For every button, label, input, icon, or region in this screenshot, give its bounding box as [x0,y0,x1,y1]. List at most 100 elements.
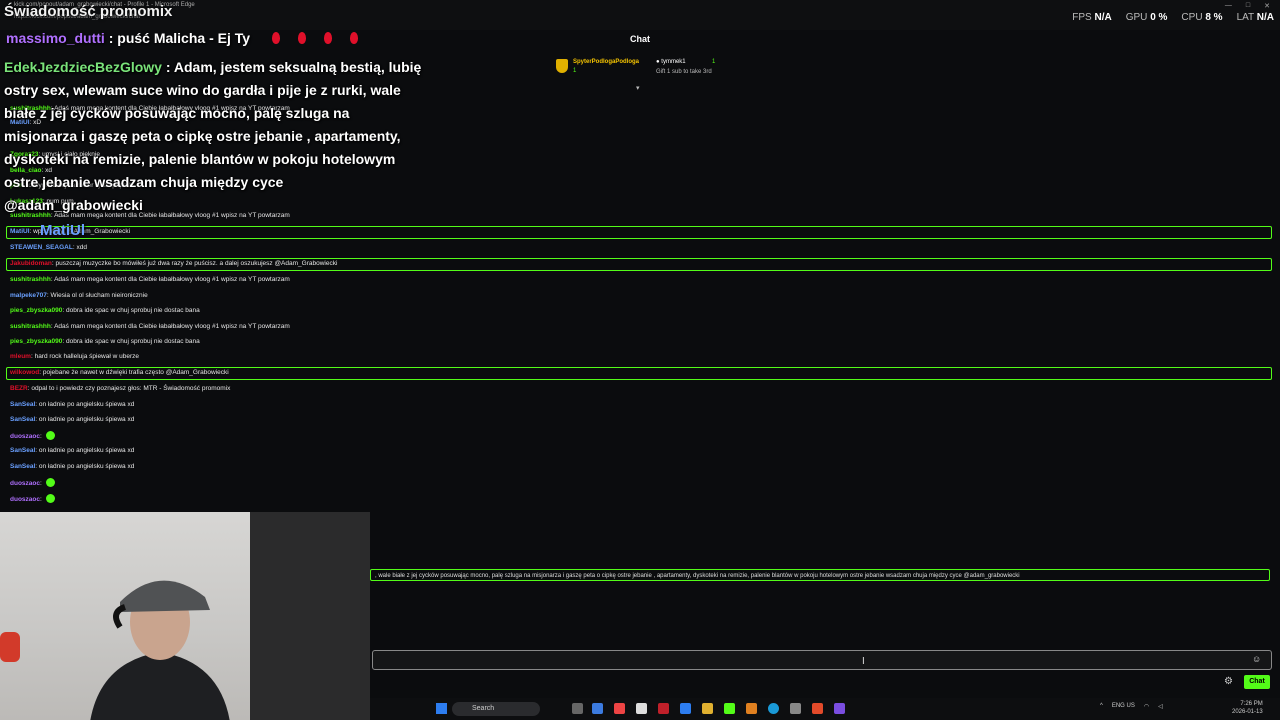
chat-separator: : [39,496,44,503]
taskbar-search[interactable]: Search [452,702,540,716]
emote-icon [45,494,55,503]
chat-message[interactable]: sushitrashhh: Adaś mam mega kontent dla … [10,323,290,330]
heart-icon [271,32,280,44]
chat-username[interactable]: wilkowod [10,369,39,376]
chat-text: Adaś mam mega kontent dla Ciebie łabałba… [54,323,290,330]
chat-username[interactable]: SanSeal [10,447,35,454]
chat-username[interactable]: mleum [10,353,31,360]
chat-message[interactable]: SanSeal: on ładnie po angielsku śpiewa x… [10,401,134,408]
chat-text: on ładnie po angielsku śpiewa xd [38,463,135,470]
folder-icon[interactable] [702,703,713,714]
overlay-donation-message: massimo_dutti : puść Malicha - Ej Ty [6,30,358,46]
chat-message[interactable]: SanSeal: on ładnie po angielsku śpiewa x… [10,463,134,470]
chat-message[interactable]: pies_zbyszka090: dobra ide spac w chuj s… [10,338,200,345]
chevron-up-icon[interactable]: ^ [1100,703,1103,710]
wifi-icon[interactable]: ◠ [1144,703,1149,710]
windows-start-icon[interactable] [436,703,447,714]
heart-icon [323,32,332,44]
chat-message[interactable]: SanSeal: on ładnie po angielsku śpiewa x… [10,416,134,423]
overlay-text: puść Malicha - Ej Ty [117,30,251,46]
chat-message[interactable]: STEAWEN_SEAGAL: xdd [10,244,87,251]
highlighted-message-echo: , wale białe z jej cycków posuwając mocn… [370,569,1270,581]
chat-message[interactable]: duoszaoc: [10,431,55,440]
chat-username[interactable]: SanSeal [10,416,35,423]
chat-username[interactable]: duoszaoc [10,496,40,503]
emote-icon [45,431,55,440]
emoji-icon[interactable]: ☺ [1252,654,1262,664]
store-icon[interactable] [636,703,647,714]
chat-username[interactable]: sushitrashhh [10,276,51,283]
chat-text: dobra ide spac w chuj sprobuj nie dostac… [66,338,200,345]
chat-username[interactable]: malpeke707 [10,292,47,299]
text-cursor-icon: I [862,656,865,667]
app-icon[interactable] [724,703,735,714]
chat-text: Adaś mam mega kontent dla Ciebie łabałba… [54,276,290,283]
webcam-feed [0,512,370,720]
volume-icon[interactable]: ◁ [1158,703,1163,710]
chat-message[interactable]: mleum: hard rock hallelujа śpiewał w ube… [10,353,139,360]
chat-text: xdd [76,244,87,251]
receiver-count: 1 [712,59,716,65]
stream-title: Świadomość promomix [4,3,173,20]
system-tray[interactable]: ^ ENG US ◠ ◁ [1100,703,1163,710]
app-icon[interactable] [592,703,603,714]
chat-message[interactable]: sushitrashhh: Adaś mam mega kontent dla … [10,276,290,283]
chat-message[interactable]: duoszaoc: [10,478,55,487]
collapse-chevron-icon[interactable]: ▾ [636,84,640,92]
task-view-icon[interactable] [572,703,583,714]
chat-text: dobra ide spac w chuj sprobuj nie dostac… [66,307,200,314]
maximize-button[interactable]: □ [1246,2,1250,10]
tts-text: Adam, jestem seksualną bestią, lubię ost… [4,59,422,213]
app-icon[interactable] [746,703,757,714]
red-object [0,632,20,662]
chat-username[interactable]: pies_zbyszka090 [10,338,62,345]
chat-text: odpal to i powiedz czy poznajesz głos: M… [31,385,231,392]
app-icon[interactable] [790,703,801,714]
perf-lat: LAT N/A [1236,12,1274,23]
chat-message[interactable]: malpeke707: Wiesia ol ol słucham nieiron… [10,292,148,299]
chat-message[interactable]: BEZR: odpal to i powiedz czy poznajesz g… [10,385,230,392]
send-chat-button[interactable]: Chat [1244,675,1270,689]
app-icon[interactable] [834,703,845,714]
gifter-count: 1 [573,68,577,74]
perf-fps: FPS N/A [1072,12,1112,23]
chat-message[interactable]: Jakubidoman: puszczaj muzyczke bo mówiłe… [10,260,337,267]
chat-text: puszczaj muzyczke bo mówiłeś już dwa raz… [55,260,338,267]
app-icon[interactable] [658,703,669,714]
chat-username[interactable]: SanSeal [10,463,35,470]
chat-text: hard rock hallelujа śpiewał w uberze [34,353,139,360]
chat-message[interactable]: pies_zbyszka090: dobra ide spac w chuj s… [10,307,200,314]
chat-username[interactable]: STEAWEN_SEAGAL [10,244,73,251]
chat-text: on ładnie po angielsku śpiewa xd [38,401,135,408]
chat-message[interactable]: wilkowod: pojebane że nawet w dźwięki tr… [10,369,229,376]
chat-username[interactable]: duoszaoc [10,480,40,487]
chat-username[interactable]: duoszaoc [10,433,40,440]
tray-lang[interactable]: ENG US [1112,703,1135,710]
chat-username[interactable]: sushitrashhh [10,323,51,330]
emote-icon [45,478,55,487]
brave-icon[interactable] [812,703,823,714]
app-icon[interactable] [680,703,691,714]
close-button[interactable]: ✕ [1264,2,1270,10]
chat-username[interactable]: Jakubidoman [10,260,52,267]
chat-username[interactable]: MatiUl [10,228,30,235]
chat-text: pojebane że nawet w dźwięki trafia częst… [42,369,229,376]
chat-input[interactable] [372,650,1272,670]
gifter-name: SpyterPodlogaPodloga [573,59,640,65]
pinned-gift-banner[interactable]: SpyterPodlogaPodloga 1 ● tymmek1 1 Gift … [556,58,736,82]
overlay-alert-username: MatiUl [40,222,85,239]
chat-message[interactable]: duoszaoc: [10,494,55,503]
perf-gpu: GPU 0 % [1125,12,1168,23]
chat-username[interactable]: pies_zbyszka090 [10,307,62,314]
chat-message[interactable]: SanSeal: on ładnie po angielsku śpiewa x… [10,447,134,454]
gear-icon[interactable]: ⚙ [1224,676,1233,687]
app-icon[interactable] [614,703,625,714]
chat-username[interactable]: BEZR [10,385,28,392]
edge-icon[interactable] [768,703,779,714]
taskbar-clock[interactable]: 7:26 PM 2026-01-13 [1232,700,1263,716]
minimize-button[interactable]: — [1225,2,1232,10]
chat-separator: : [39,480,44,487]
performance-overlay: FPS N/A GPU 0 % CPU 8 % LAT N/A [1072,12,1274,23]
chat-username[interactable]: SanSeal [10,401,35,408]
chat-text: on ładnie po angielsku śpiewa xd [38,447,135,454]
